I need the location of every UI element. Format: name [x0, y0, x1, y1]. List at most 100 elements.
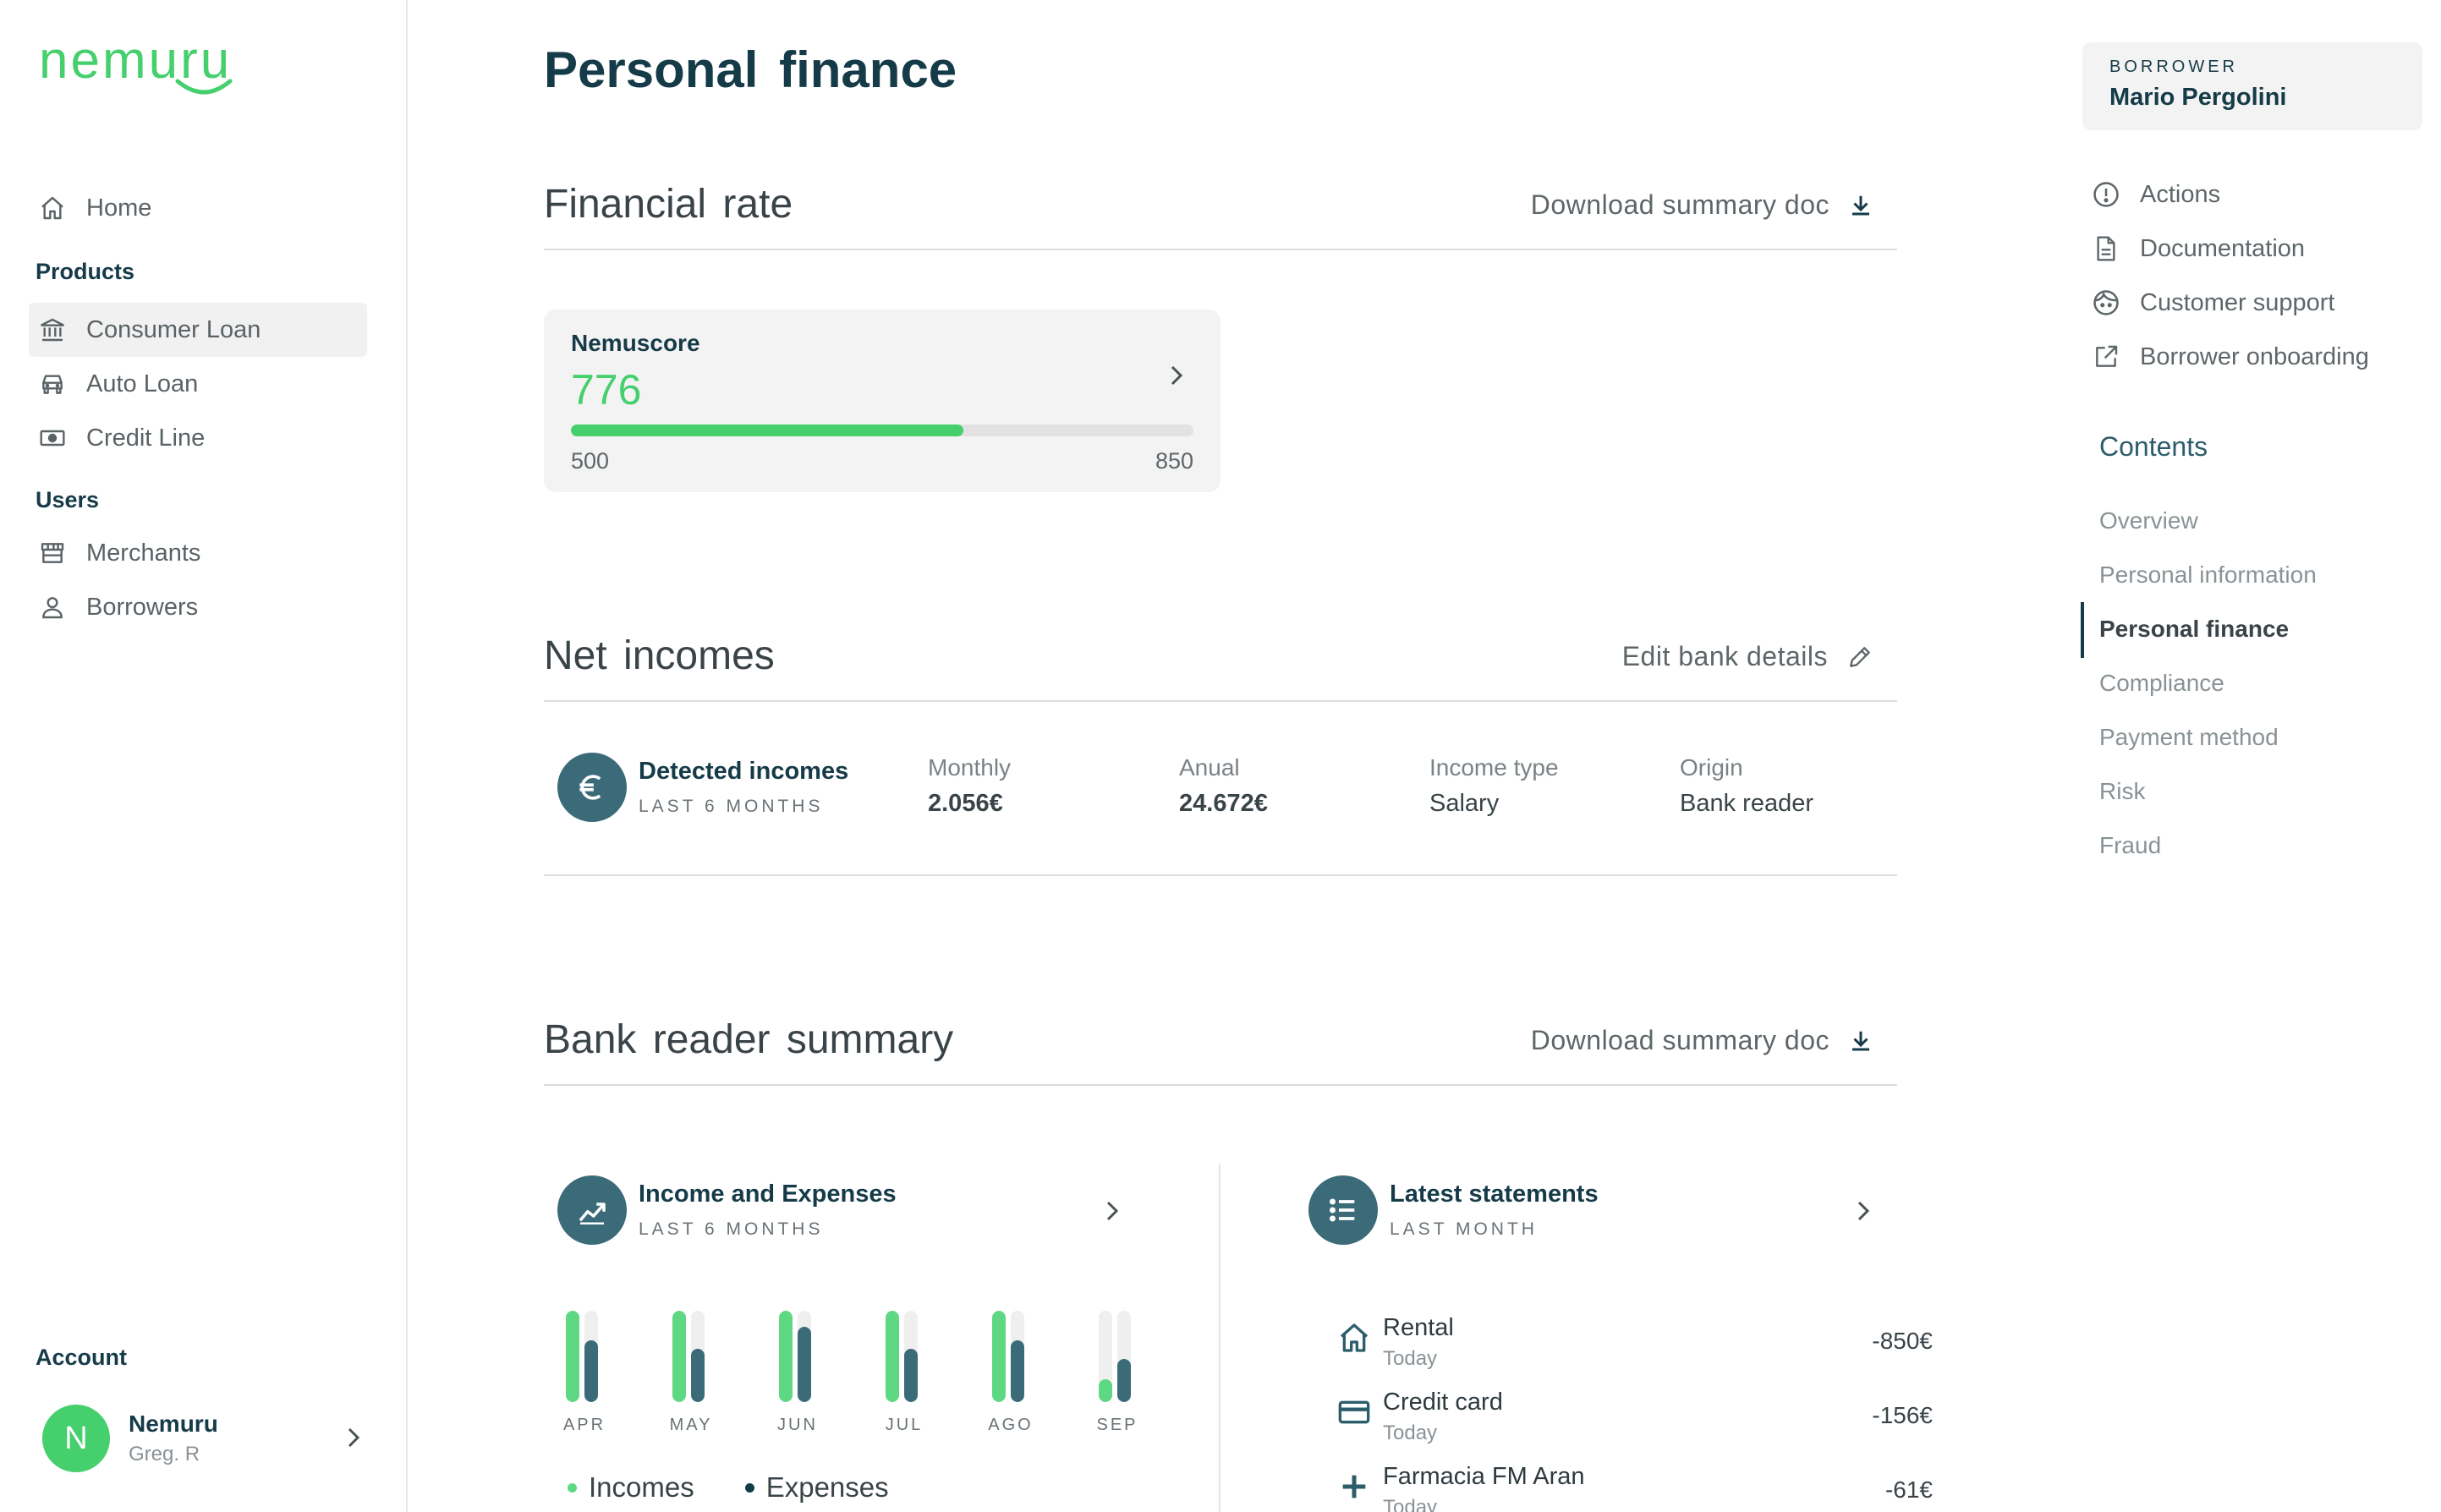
legend-label: Expenses [765, 1471, 889, 1503]
sidebar-item-credit-line[interactable]: Credit Line [29, 411, 367, 465]
latest-statements-period: LAST MONTH [1390, 1219, 1538, 1239]
month-tick-label: SEP [1096, 1416, 1138, 1434]
chart-trend-icon [557, 1175, 627, 1245]
bar-expenses [1117, 1359, 1131, 1402]
bar-track [904, 1311, 918, 1402]
link-customer-support[interactable]: Customer support [2091, 288, 2335, 318]
chart-month-apr: APR [563, 1311, 603, 1434]
toc-item-personal-information[interactable]: Personal information [2099, 562, 2317, 589]
store-icon [37, 538, 68, 568]
chart-month-ago: AGO [988, 1311, 1031, 1434]
toc-item-overview[interactable]: Overview [2099, 507, 2198, 534]
link-borrower-onboarding[interactable]: Borrower onboarding [2091, 342, 2369, 372]
statement-item-rental[interactable]: Rental Today -850€ [1340, 1314, 1958, 1382]
download-summary-button[interactable]: Download summary doc [1531, 1025, 1873, 1056]
income-expenses-title: Income and Expenses [639, 1181, 897, 1208]
sidebar-item-home[interactable]: Home [29, 181, 367, 235]
sidebar-item-label: Credit Line [86, 424, 206, 452]
support-face-icon [2091, 288, 2121, 318]
card-divider [1219, 1164, 1220, 1512]
bar-expenses [1011, 1339, 1024, 1402]
sidebar-item-consumer-loan[interactable]: Consumer Loan [29, 303, 367, 357]
products-heading: Products [36, 259, 135, 284]
nemuscore-card[interactable]: Nemuscore 776 500 850 [544, 310, 1220, 492]
nemuscore-label: Nemuscore [571, 330, 700, 356]
borrower-name: Mario Pergolini [2109, 84, 2287, 111]
home-icon [1336, 1319, 1373, 1356]
sidebar-item-borrowers[interactable]: Borrowers [29, 580, 367, 634]
link-label: Customer support [2140, 288, 2335, 316]
download-icon [1848, 1027, 1873, 1055]
bar-track [672, 1311, 686, 1402]
bar-track [886, 1311, 899, 1402]
statement-amount: -850€ [1872, 1328, 1933, 1354]
borrower-label: BORROWER [2109, 58, 2238, 76]
statement-date: Today [1383, 1496, 1438, 1512]
sidebar-item-label: Consumer Loan [86, 315, 261, 343]
download-summary-label: Download summary doc [1530, 189, 1829, 220]
column-value: Salary [1429, 790, 1500, 817]
income-expenses-card: Income and Expenses LAST 6 MONTHS APR MAY… [544, 1164, 1212, 1512]
legend-label: Incomes [589, 1471, 694, 1503]
legend-dot [744, 1482, 754, 1493]
detected-incomes-row: Detected incomes LAST 6 MONTHS Monthly 2… [544, 702, 1897, 876]
bar-track [1099, 1311, 1112, 1402]
column-label: Income type [1429, 754, 1559, 781]
nav-users: Users [29, 487, 367, 513]
toc-item-compliance[interactable]: Compliance [2099, 670, 2224, 697]
nav-products: Products [29, 259, 367, 285]
nemuscore-progress-track [571, 425, 1193, 436]
statement-item-credit-card[interactable]: Credit card Today -156€ [1338, 1389, 1958, 1456]
chevron-right-icon[interactable] [1853, 1196, 1873, 1226]
chevron-right-icon[interactable] [1102, 1196, 1122, 1226]
chevron-right-icon [1171, 365, 1183, 386]
account-menu[interactable]: N Nemuru Greg. R [42, 1404, 364, 1473]
link-documentation[interactable]: Documentation [2091, 233, 2305, 264]
column-value: Bank reader [1680, 790, 1813, 817]
section-title: Financial rate [544, 182, 793, 227]
bank-reader-header: Bank reader summary Download summary doc [544, 1010, 1897, 1086]
sidebar-item-label: Auto Loan [86, 370, 199, 397]
bar-track [1117, 1311, 1131, 1402]
link-label: Borrower onboarding [2140, 342, 2369, 370]
edit-bank-details-label: Edit bank details [1621, 641, 1828, 671]
toc-item-personal-finance[interactable]: Personal finance [2099, 616, 2289, 643]
sidebar-item-label: Home [86, 194, 152, 222]
page-title: Personal finance [544, 41, 957, 98]
account-name: Nemuru [129, 1411, 218, 1437]
external-link-icon [2091, 342, 2121, 372]
statement-item-farmacia[interactable]: Farmacia FM Aran Today -61€ [1342, 1463, 1958, 1512]
bar-expenses [798, 1327, 811, 1402]
bar-track [691, 1311, 705, 1402]
banknote-icon [37, 423, 68, 453]
chart-month-may: MAY [670, 1311, 710, 1434]
nav-main: Home [29, 181, 367, 235]
account-subtitle: Greg. R [129, 1443, 200, 1465]
toc-item-risk[interactable]: Risk [2099, 778, 2145, 805]
plus-icon [1336, 1468, 1373, 1505]
bar-incomes [1099, 1379, 1112, 1402]
bar-incomes [992, 1311, 1006, 1402]
sidebar-item-auto-loan[interactable]: Auto Loan [29, 357, 367, 411]
download-summary-label: Download summary doc [1530, 1025, 1829, 1055]
toc-item-fraud[interactable]: Fraud [2099, 832, 2161, 859]
detected-incomes-title: Detected incomes [639, 758, 849, 785]
link-actions[interactable]: Actions [2091, 179, 2220, 210]
bar-track [1011, 1311, 1024, 1402]
bar-expenses [691, 1349, 705, 1402]
car-icon [37, 369, 68, 399]
download-summary-button[interactable]: Download summary doc [1531, 189, 1873, 221]
column-label: Anual [1179, 754, 1240, 781]
chart-month-jun: JUN [777, 1311, 816, 1434]
chart-legend: Incomes Expenses [568, 1471, 940, 1504]
nemuscore-min: 500 [571, 448, 610, 474]
edit-bank-details-button[interactable]: Edit bank details [1622, 641, 1873, 672]
toc-item-payment-method[interactable]: Payment method [2099, 724, 2279, 751]
legend-item-incomes: Incomes [568, 1471, 694, 1504]
user-icon [37, 592, 68, 622]
month-tick-label: APR [562, 1416, 606, 1434]
sidebar-item-merchants[interactable]: Merchants [29, 526, 367, 580]
statement-amount: -156€ [1872, 1402, 1933, 1428]
detected-incomes-period: LAST 6 MONTHS [639, 797, 824, 816]
chevron-right-icon [348, 1427, 360, 1448]
